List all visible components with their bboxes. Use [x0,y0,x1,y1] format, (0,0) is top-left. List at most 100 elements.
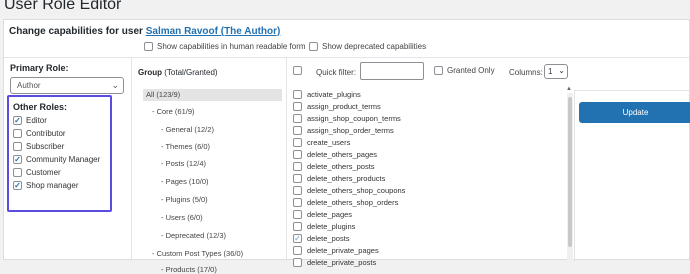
capability-item[interactable]: assign_product_terms [293,102,381,111]
scroll-up-icon[interactable]: ▲ [566,86,572,92]
role-checkbox[interactable] [13,116,22,125]
header-divider [4,57,689,58]
primary-role-select[interactable]: Author ⌄ [10,77,124,94]
capability-item[interactable]: delete_pages [293,210,352,219]
chevron-down-icon: ⌄ [111,80,119,90]
capability-item[interactable]: assign_shop_coupon_terms [293,114,401,123]
group-item-posts[interactable]: - Posts (12/4) [161,159,206,168]
role-label: Contributor [26,129,66,138]
capability-checkbox[interactable] [293,210,302,219]
human-readable-checkbox[interactable] [144,42,153,51]
group-item-custom-post-types[interactable]: - Custom Post Types (36/0) [152,249,243,258]
capability-item[interactable]: assign_shop_order_terms [293,126,394,135]
group-tree: All (123/9) - Core (61/9) - General (12/… [143,89,283,274]
page-title: User Role Editor [4,0,122,13]
group-title: Group [138,68,162,77]
capability-checkbox[interactable] [293,114,302,123]
capability-label: delete_others_shop_orders [307,198,399,207]
capability-item[interactable]: delete_others_shop_coupons [293,186,405,195]
primary-role-value: Author [17,81,41,90]
capabilities-list: activate_plugins assign_product_terms as… [293,87,563,267]
role-checkbox[interactable] [13,168,22,177]
chevron-down-icon: ⌄ [558,66,565,75]
role-editor[interactable]: Editor [13,116,47,125]
capability-label: delete_posts [307,234,350,243]
quick-filter-label: Quick filter: [316,68,357,77]
human-readable-option[interactable]: Show capabilities in human readable form [144,42,306,51]
column-divider [131,58,132,261]
human-readable-label: Show capabilities in human readable form [157,42,306,51]
capabilities-scrollbar[interactable] [567,93,573,261]
deprecated-checkbox[interactable] [309,42,318,51]
group-subtitle: (Total/Granted) [164,68,218,77]
capability-item[interactable]: create_users [293,138,350,147]
group-item-products[interactable]: - Products (17/0) [161,265,217,274]
capability-label: delete_private_pages [307,246,379,255]
capability-checkbox[interactable] [293,246,302,255]
role-shop-manager[interactable]: Shop manager [13,181,78,190]
capability-label: delete_others_products [307,174,386,183]
capability-checkbox[interactable] [293,90,302,99]
group-item-themes[interactable]: - Themes (6/0) [161,142,210,151]
granted-only-checkbox[interactable] [434,66,443,75]
group-item-users[interactable]: - Users (6/0) [161,213,203,222]
capability-label: create_users [307,138,351,147]
capability-label: delete_others_shop_coupons [307,186,406,195]
capability-checkbox[interactable] [293,186,302,195]
group-item-all[interactable]: All (123/9) [143,89,282,101]
scrollbar-thumb[interactable] [568,97,572,247]
capability-item[interactable]: activate_plugins [293,90,361,99]
group-item-plugins[interactable]: - Plugins (5/0) [161,195,208,204]
granted-only-option[interactable]: Granted Only [434,66,495,75]
capability-label: delete_pages [307,210,353,219]
capability-checkbox[interactable] [293,258,302,267]
capability-checkbox[interactable] [293,198,302,207]
role-label: Editor [26,116,47,125]
other-roles-box: Other Roles: Editor Contributor Subscrib… [7,95,112,212]
select-all-toggle[interactable] [293,66,302,75]
capability-label: assign_shop_order_terms [307,126,394,135]
capability-label: delete_private_posts [307,258,377,267]
capability-checkbox[interactable] [293,138,302,147]
capability-item[interactable]: delete_others_shop_orders [293,198,398,207]
role-customer[interactable]: Customer [13,168,61,177]
group-item-deprecated[interactable]: - Deprecated (12/3) [161,231,226,240]
role-checkbox[interactable] [13,129,22,138]
columns-select[interactable]: 1 ⌄ [544,64,568,79]
capability-checkbox[interactable] [293,174,302,183]
role-subscriber[interactable]: Subscriber [13,142,64,151]
capability-item[interactable]: delete_others_pages [293,150,377,159]
capability-checkbox[interactable] [293,102,302,111]
capability-item[interactable]: delete_posts [293,234,350,243]
capability-item[interactable]: delete_others_posts [293,162,375,171]
role-label: Community Manager [26,155,101,164]
capability-label: assign_shop_coupon_terms [307,114,401,123]
capability-item[interactable]: delete_private_pages [293,246,379,255]
group-item-general[interactable]: - General (12/2) [161,125,214,134]
capability-label: activate_plugins [307,90,361,99]
capability-item[interactable]: delete_private_posts [293,258,376,267]
capability-checkbox[interactable] [293,162,302,171]
group-item-core[interactable]: - Core (61/9) [152,107,195,116]
user-role-editor-panel: Change capabilities for user Salman Ravo… [3,19,690,274]
role-checkbox[interactable] [13,155,22,164]
capability-checkbox[interactable] [293,126,302,135]
deprecated-option[interactable]: Show deprecated capabilities [309,42,426,51]
capability-item[interactable]: delete_others_products [293,174,385,183]
capability-label: delete_others_pages [307,150,378,159]
quick-filter-input[interactable] [360,62,424,80]
user-link[interactable]: Salman Ravoof (The Author) [146,26,281,37]
group-heading: Group (Total/Granted) [138,68,218,77]
group-item-pages[interactable]: - Pages (10/0) [161,177,209,186]
update-button[interactable]: Update [579,102,690,123]
capability-checkbox[interactable] [293,234,302,243]
role-checkbox[interactable] [13,142,22,151]
select-all-checkbox[interactable] [293,66,302,75]
capability-checkbox[interactable] [293,150,302,159]
role-contributor[interactable]: Contributor [13,129,66,138]
capability-label: delete_others_posts [307,162,375,171]
role-checkbox[interactable] [13,181,22,190]
role-community-manager[interactable]: Community Manager [13,155,100,164]
capability-item[interactable]: delete_plugins [293,222,355,231]
capability-checkbox[interactable] [293,222,302,231]
